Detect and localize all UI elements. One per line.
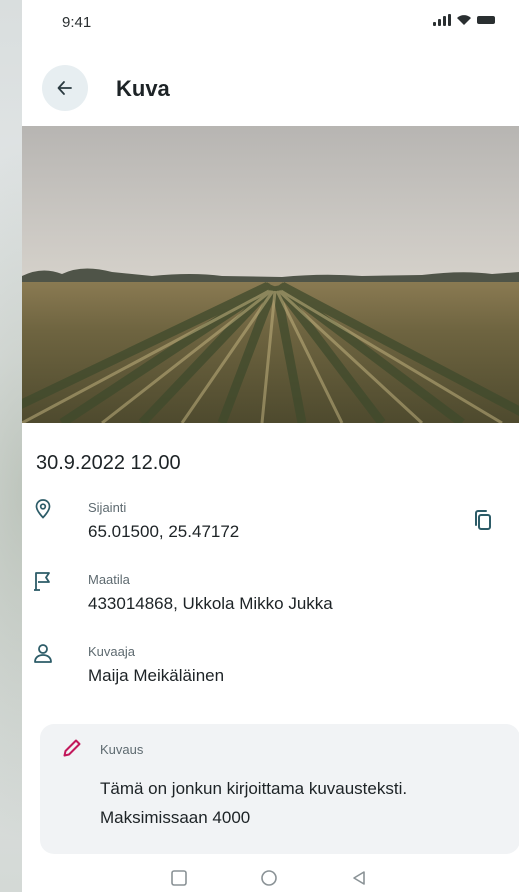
description-card[interactable]: Kuvaus Tämä on jonkun kirjoittama kuvaus… <box>40 724 519 854</box>
farm-flag-icon <box>34 572 50 591</box>
field-photo[interactable] <box>22 126 519 423</box>
photographer-row: Kuvaaja Maija Meikäläinen <box>22 642 519 694</box>
description-text: Tämä on jonkun kirjoittama kuvausteksti.… <box>100 779 408 827</box>
description-label: Kuvaus <box>100 742 144 757</box>
system-back-button[interactable] <box>347 866 371 890</box>
location-pin-icon <box>35 499 51 519</box>
copy-icon[interactable] <box>471 508 495 532</box>
photographer-label: Kuvaaja <box>88 644 135 659</box>
status-icons <box>433 14 495 26</box>
photographer-value: Maija Meikäläinen <box>88 666 225 685</box>
location-row: Sijainti 65.01500, 25.47172 <box>22 498 519 550</box>
signal-icon <box>433 14 451 26</box>
pencil-icon[interactable] <box>62 738 82 758</box>
farm-row: Maatila 433014868, Ukkola Mikko Jukka <box>22 570 519 622</box>
wifi-icon <box>457 15 471 25</box>
location-value: 65.01500, 25.47172 <box>88 522 240 541</box>
home-button[interactable] <box>257 866 281 890</box>
back-button[interactable] <box>42 65 88 111</box>
system-nav-bar <box>22 862 519 892</box>
phone-screen: 9:41 Kuva 30.9.2022 12.00 Sijainti 65.01… <box>22 0 519 892</box>
person-icon <box>34 644 52 663</box>
farm-value: 433014868, Ukkola Mikko Jukka <box>88 594 333 613</box>
triangle-back-icon <box>353 871 365 885</box>
photo-datetime: 30.9.2022 12.00 <box>36 452 181 474</box>
square-icon <box>171 870 187 886</box>
status-time: 9:41 <box>62 14 92 31</box>
circle-icon <box>261 870 277 886</box>
location-label: Sijainti <box>88 500 127 515</box>
status-bar: 9:41 <box>22 0 519 44</box>
arrow-left-icon <box>57 81 72 95</box>
recents-button[interactable] <box>167 866 191 890</box>
farm-label: Maatila <box>88 572 130 587</box>
app-header: Kuva <box>22 60 519 116</box>
page-title: Kuva <box>116 76 170 101</box>
battery-icon <box>477 16 495 24</box>
